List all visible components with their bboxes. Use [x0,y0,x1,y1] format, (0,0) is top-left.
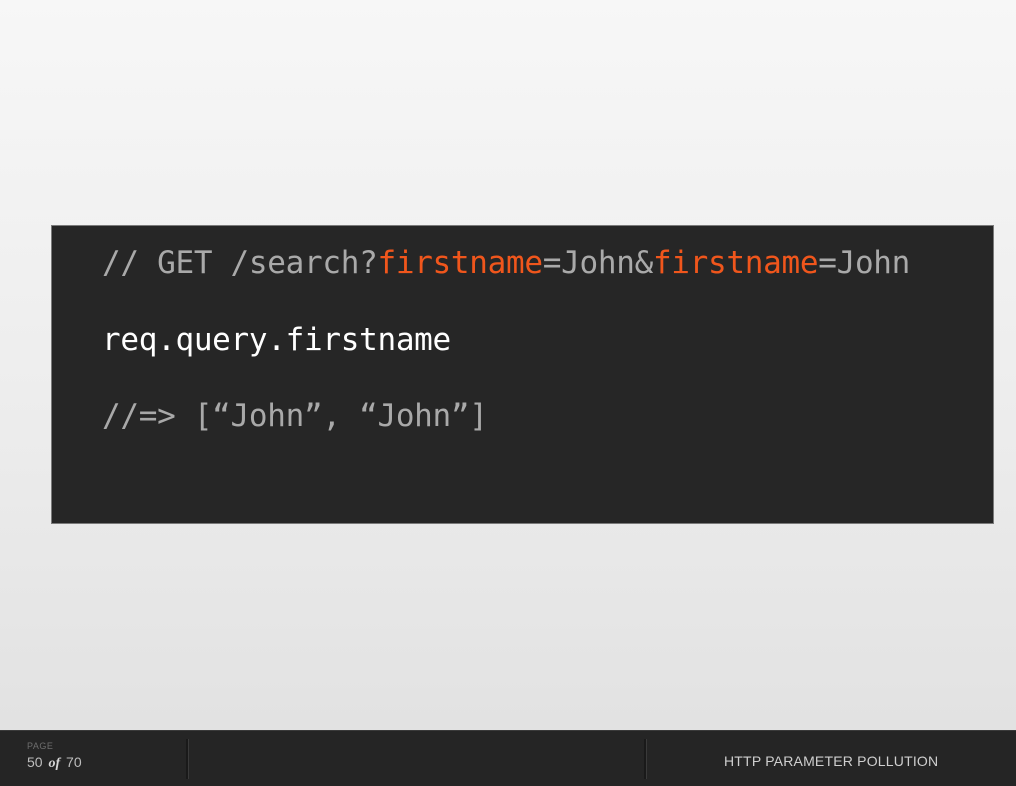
code-block: // GET /search?firstname=John&firstname=… [51,225,994,524]
code-comment-suffix: =John [818,245,911,281]
footer-divider [186,739,189,779]
page-current: 50 [27,754,43,770]
code-comment-mid: =John& [542,245,653,281]
page-indicator: 50 of 70 [27,754,82,772]
presentation-title: HTTP PARAMETER POLLUTION [724,753,939,769]
query-param-highlight: firstname [377,245,543,281]
code-comment-prefix: // GET /search? [102,245,378,281]
page-label: PAGE [27,741,54,751]
code-comment-request: // GET /search?firstname=John&firstname=… [102,245,910,281]
code-expression: req.query.firstname [102,322,451,358]
code-comment-result: //=> [“John”, “John”] [102,398,488,434]
slide: // GET /search?firstname=John&firstname=… [0,0,1016,730]
page-total: 70 [66,754,82,770]
footer-bar: PAGE 50 of 70 HTTP PARAMETER POLLUTION [0,730,1016,786]
page-of: of [48,756,61,771]
query-param-highlight: firstname [652,245,819,281]
footer-divider [644,739,647,779]
